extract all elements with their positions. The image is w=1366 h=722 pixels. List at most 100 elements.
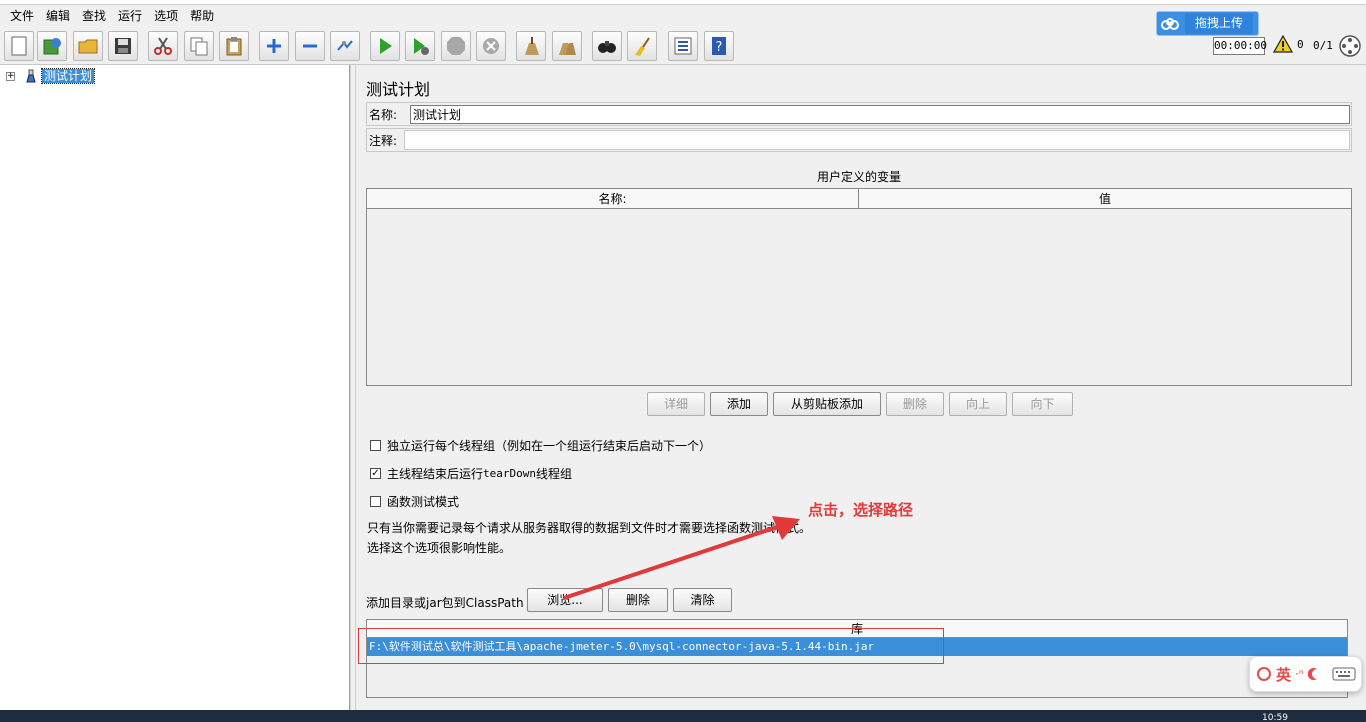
elapsed-timer: 00:00:00 (1213, 37, 1267, 55)
search-button[interactable] (592, 31, 622, 61)
cut-icon (154, 37, 172, 55)
warning-icon (1273, 35, 1293, 53)
comment-label: 注释: (369, 133, 398, 148)
menu-help[interactable]: 帮助 (184, 5, 220, 27)
ime-moon-icon[interactable] (1307, 667, 1322, 681)
right-panel-scrollbar[interactable] (1352, 65, 1366, 710)
comment-field[interactable] (404, 130, 1350, 150)
ime-toolbar[interactable]: 英 ·ⁿ (1249, 656, 1362, 692)
annotation-arrow (563, 516, 800, 600)
move-up-button[interactable]: 向上 (949, 392, 1007, 416)
clear-all-button[interactable] (552, 31, 582, 61)
search-icon (598, 41, 616, 53)
help-button[interactable]: ? (704, 31, 734, 61)
paste-button[interactable] (219, 31, 249, 61)
collapse-icon (303, 44, 317, 48)
teardown-label-prefix: 主线程结束后运行 (387, 467, 484, 481)
clear-all-icon (559, 43, 576, 55)
start-button[interactable] (370, 31, 400, 61)
teardown-option[interactable]: ✓ 主线程结束后运行 tearDown 线程组 (370, 465, 572, 482)
start-icon (380, 38, 392, 54)
add-from-clipboard-button[interactable]: 从剪贴板添加 (773, 392, 881, 416)
menu-run[interactable]: 运行 (112, 5, 148, 27)
performance-note: 选择这个选项很影响性能。 (367, 541, 512, 555)
udv-title: 用户定义的变量 (816, 170, 901, 184)
teardown-label-mono: tearDown (483, 467, 536, 480)
keyboard-icon[interactable] (1332, 666, 1356, 682)
svg-text:?: ? (716, 40, 723, 55)
udv-col-value[interactable]: 值 (859, 189, 1351, 208)
start-no-pause-icon (414, 38, 429, 55)
tree-node-label[interactable]: 测试计划 (40, 68, 96, 84)
menu-edit[interactable]: 编辑 (40, 5, 76, 27)
collapse-button[interactable] (295, 31, 325, 61)
save-button[interactable] (108, 31, 138, 61)
toggle-button[interactable] (330, 31, 360, 61)
shutdown-icon (483, 38, 499, 54)
move-down-button[interactable]: 向下 (1012, 392, 1073, 416)
functional-option[interactable]: 函数测试模式 (370, 493, 459, 510)
toggle-icon (337, 40, 353, 51)
copy-icon (190, 37, 208, 56)
tree-node-test-plan[interactable]: + 测试计划 (6, 68, 96, 84)
comment-row: 注释: (366, 128, 1352, 152)
remote-status-icon (1339, 35, 1361, 57)
templates-button[interactable] (37, 31, 67, 61)
baidu-upload-badge[interactable]: 拖拽上传 (1156, 11, 1259, 36)
udv-table[interactable]: 名称: 值 (366, 188, 1352, 386)
udv-col-name[interactable]: 名称: (367, 189, 859, 208)
functional-checkbox[interactable] (370, 496, 381, 507)
ime-language[interactable]: 英 (1276, 664, 1291, 685)
open-button[interactable] (73, 31, 103, 61)
annotation-highlight-box (358, 628, 944, 664)
panel-title: 测试计划 (366, 80, 431, 99)
serialize-checkbox[interactable] (370, 440, 381, 451)
test-plan-icon (26, 69, 36, 83)
pane-splitter[interactable] (350, 65, 356, 710)
copy-button[interactable] (184, 31, 214, 61)
name-row: 名称: (366, 102, 1352, 126)
serialize-option[interactable]: 独立运行每个线程组（例如在一个组运行结束后启动下一个） (370, 437, 711, 454)
test-tree: + 测试计划 (0, 65, 350, 710)
active-threads: 0/1 (1313, 39, 1333, 52)
taskbar (0, 710, 1366, 722)
name-label: 名称: (369, 107, 398, 122)
function-helper-button[interactable] (668, 31, 698, 61)
toolbar: ? 拖拽上传 (0, 11, 1366, 65)
detail-button[interactable]: 详细 (647, 392, 705, 416)
delete-button[interactable]: 删除 (886, 392, 944, 416)
clear-icon (525, 37, 539, 55)
baidu-upload-label: 拖拽上传 (1185, 13, 1254, 34)
annotation-text: 点击，选择路径 (808, 501, 914, 519)
reset-search-icon (635, 37, 650, 56)
name-field[interactable] (410, 105, 1350, 124)
warning-count: 0 (1297, 37, 1304, 51)
menu-file[interactable]: 文件 (4, 5, 40, 27)
cloud-icon (1157, 12, 1183, 35)
shutdown-button[interactable] (476, 31, 506, 61)
new-button[interactable] (4, 31, 34, 61)
functional-label: 函数测试模式 (387, 495, 460, 509)
open-icon (78, 39, 98, 54)
start-no-pause-button[interactable] (405, 31, 435, 61)
ime-punctuation-icon[interactable]: ·ⁿ (1295, 667, 1304, 681)
teardown-label-suffix: 线程组 (536, 467, 573, 481)
menu-options[interactable]: 选项 (148, 5, 184, 27)
menu-search[interactable]: 查找 (76, 5, 112, 27)
cut-button[interactable] (148, 31, 178, 61)
expand-node-icon[interactable]: + (6, 71, 15, 81)
templates-icon (43, 38, 61, 55)
reset-search-button[interactable] (627, 31, 657, 61)
stop-button[interactable] (441, 31, 471, 61)
taskbar-clock[interactable]: 10:59 (1262, 713, 1288, 722)
new-icon (11, 36, 27, 56)
add-button[interactable]: 添加 (710, 392, 768, 416)
expand-button[interactable] (259, 31, 289, 61)
clear-button[interactable] (516, 31, 546, 61)
classpath-label: 添加目录或jar包到ClassPath (366, 596, 524, 610)
expand-icon (267, 39, 281, 53)
teardown-checkbox[interactable]: ✓ (370, 468, 381, 479)
paste-icon (226, 37, 242, 56)
warning-indicator[interactable]: 0 (1273, 35, 1304, 53)
function-helper-icon (674, 37, 692, 55)
